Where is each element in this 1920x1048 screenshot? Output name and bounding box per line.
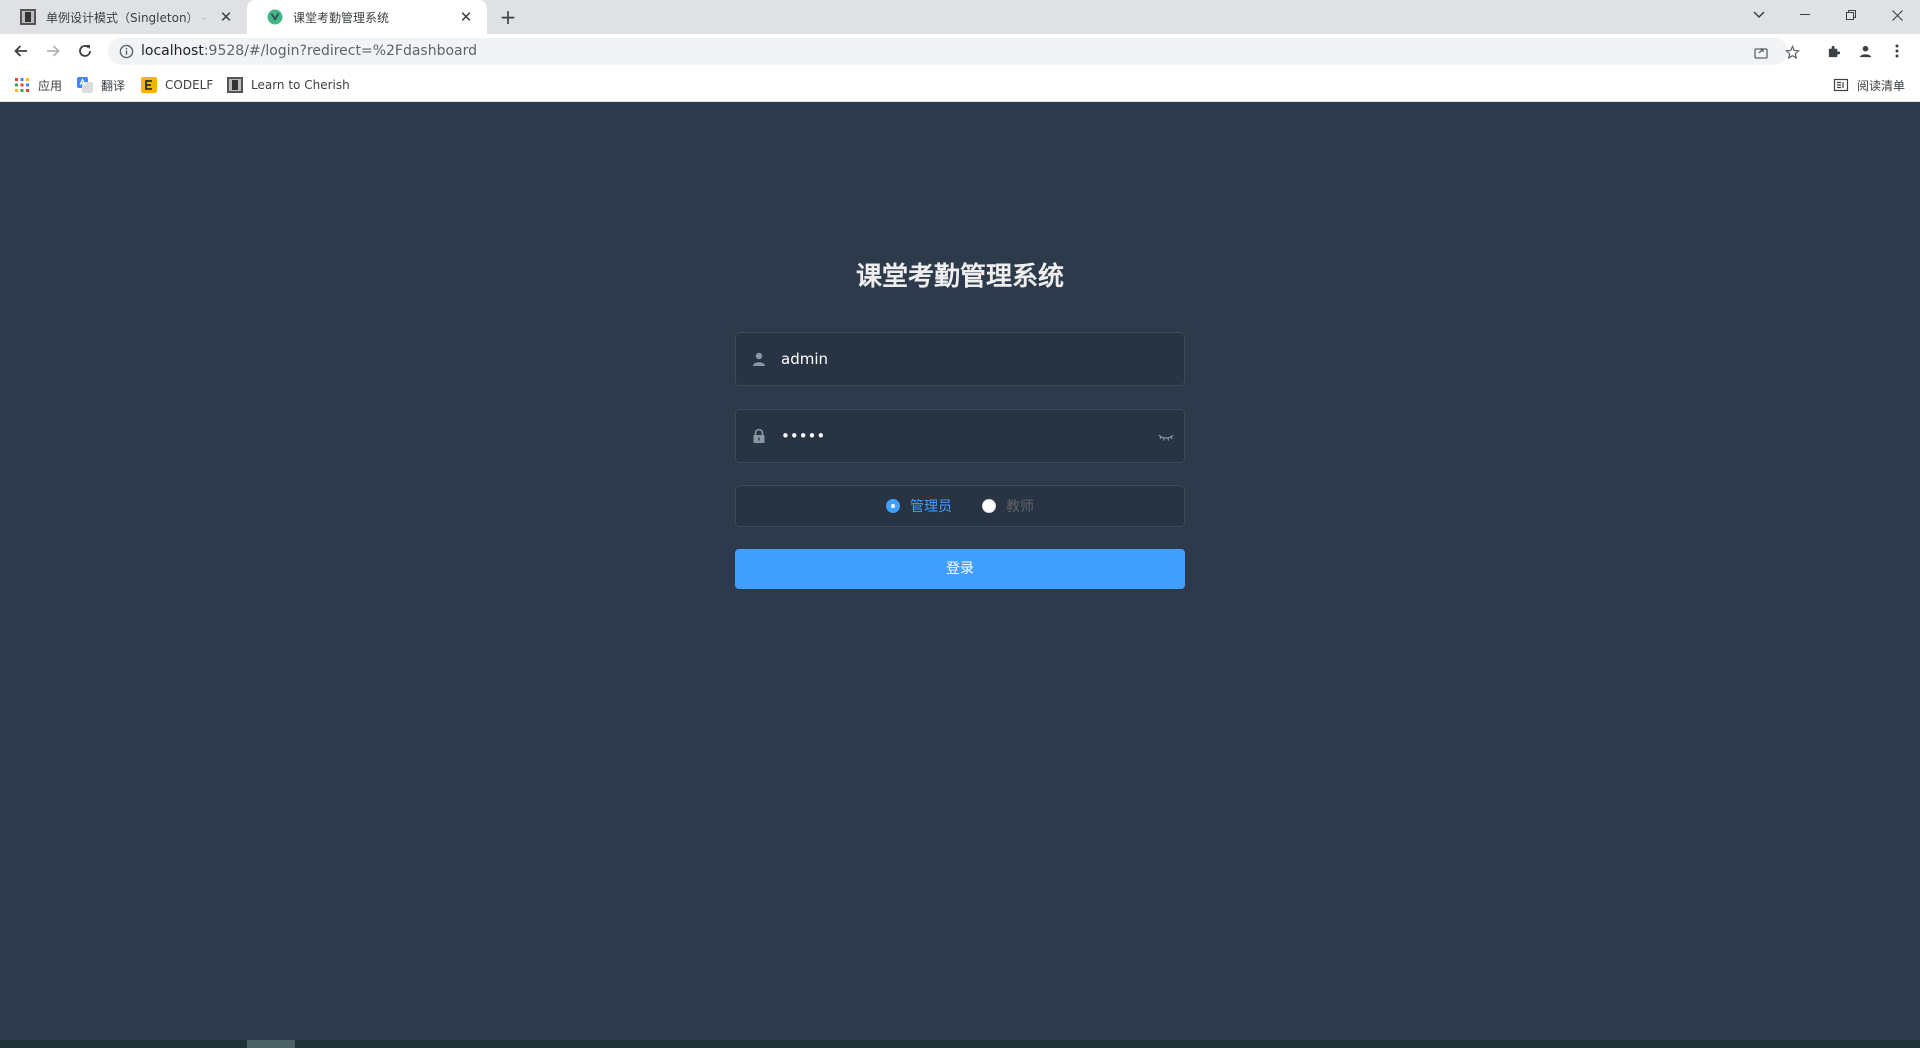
browser-tab-strip: 单例设计模式（Singleton） - Le ✕ 课堂考勤管理系统 ✕ + [0,0,1920,34]
more-vertical-icon [1895,44,1899,58]
reading-list-label: 阅读清单 [1857,78,1906,93]
browser-menu-button[interactable] [1888,42,1906,60]
browser-tab-attendance[interactable]: 课堂考勤管理系统 ✕ [247,0,487,34]
extensions-button[interactable] [1825,42,1843,60]
page-thumbnail-icon [20,9,36,25]
address-url[interactable]: localhost:9528/#/login?redirect=%2Fdashb… [141,38,477,65]
taskbar [0,1040,1920,1048]
share-button[interactable] [1752,43,1770,61]
reload-icon [79,45,91,57]
role-label: 管理员 [910,499,952,515]
address-bar[interactable]: localhost:9528/#/login?redirect=%2Fdashb… [108,38,1800,65]
minimize-button[interactable] [1782,0,1828,30]
bookmark-codelf[interactable]: CODELF [141,68,213,102]
tab-search-button[interactable] [1736,0,1782,30]
url-host: localhost [141,43,204,59]
minimize-icon [1800,14,1810,15]
role-radio-admin[interactable]: 管理员 [886,486,952,526]
tab-title: 单例设计模式（Singleton） - Le [46,10,211,25]
bookmark-star-button[interactable] [1783,43,1801,61]
password-input[interactable] [781,410,1151,462]
forward-button[interactable] [41,39,65,63]
restore-button[interactable] [1828,0,1874,30]
codelf-icon [141,77,157,93]
taskbar-active-app[interactable] [247,1040,295,1048]
radio-unchecked-icon[interactable] [982,499,996,513]
browser-toolbar: localhost:9528/#/login?redirect=%2Fdashb… [0,34,1920,68]
back-button[interactable] [9,39,33,63]
puzzle-icon [1828,45,1840,57]
info-icon[interactable] [119,44,134,59]
bookmark-learn-to-cherish[interactable]: Learn to Cherish [227,68,350,102]
close-icon[interactable]: ✕ [217,8,235,26]
user-icon [753,352,765,366]
bookmark-label: 应用 [38,78,63,93]
restore-icon [1846,10,1856,20]
share-icon [1754,48,1768,59]
window-close-button[interactable] [1874,0,1920,30]
radio-checked-icon[interactable] [886,499,900,513]
apps-grid-icon [15,78,29,92]
chevron-down-icon [1753,11,1765,19]
person-icon [1859,45,1871,57]
page-title: 课堂考勤管理系统 [855,262,1064,292]
bookmark-translate[interactable]: 翻译 [77,68,125,102]
eye-closed-icon[interactable] [1158,430,1174,444]
password-field[interactable] [735,409,1185,463]
role-selector: 管理员 教师 [735,485,1185,527]
bookmark-label: 翻译 [101,78,126,93]
reading-list-icon [1833,78,1849,92]
page-thumbnail-icon [227,77,243,93]
arrow-left-icon [14,45,27,57]
close-icon [1891,9,1903,21]
login-button[interactable]: 登录 [735,549,1185,589]
role-radio-teacher[interactable]: 教师 [982,486,1034,526]
bookmark-label: Learn to Cherish [251,78,350,92]
reload-button[interactable] [73,39,97,63]
login-page: 课堂考勤管理系统 管理员 教师 登录 [0,102,1920,1040]
lock-icon [753,428,765,443]
bookmark-label: CODELF [165,78,214,92]
star-icon [1784,44,1800,59]
username-field[interactable] [735,332,1185,386]
new-tab-button[interactable]: + [496,6,520,28]
role-label: 教师 [1006,499,1034,515]
url-path: :9528/#/login?redirect=%2Fdashboard [203,43,478,59]
arrow-right-icon [47,45,60,57]
reading-list-button[interactable]: 阅读清单 [1833,68,1905,102]
profile-button[interactable] [1856,42,1874,60]
close-icon[interactable]: ✕ [457,8,475,26]
bookmark-apps[interactable]: 应用 [14,68,62,102]
tab-title: 课堂考勤管理系统 [293,10,390,25]
bookmarks-bar: 应用 翻译 CODELF Learn to Cherish 阅读清单 [0,68,1920,102]
vue-logo-icon [267,9,283,25]
browser-tab-singleton[interactable]: 单例设计模式（Singleton） - Le ✕ [0,0,247,34]
username-input[interactable] [781,333,1151,385]
translate-icon [77,77,93,93]
